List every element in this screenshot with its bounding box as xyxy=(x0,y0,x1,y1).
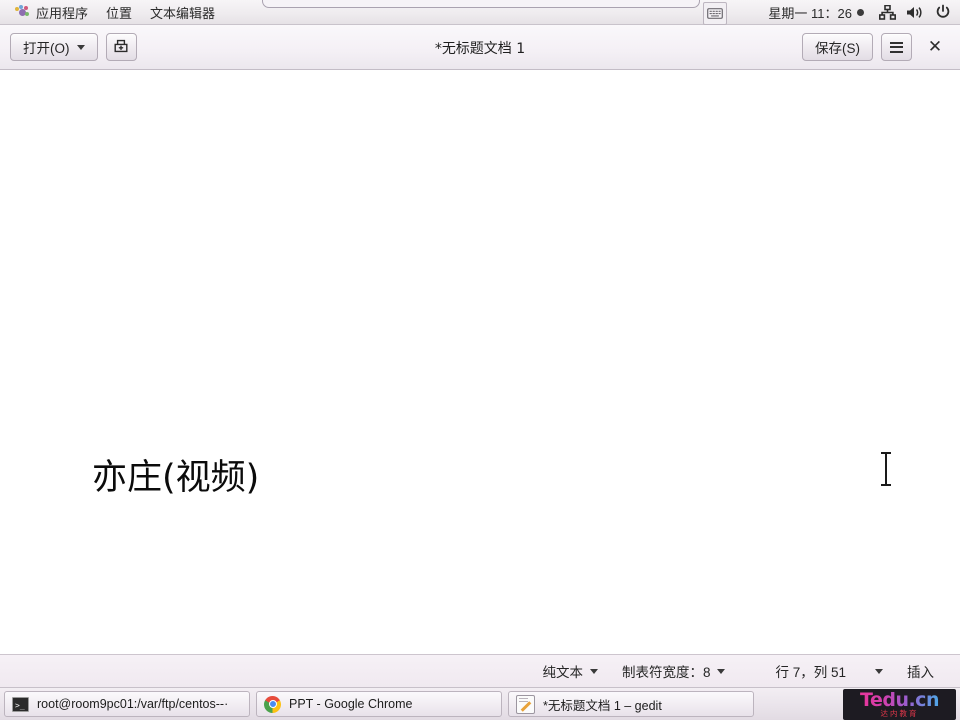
taskbar-item-chrome[interactable]: PPT - Google Chrome xyxy=(256,691,502,717)
gedit-headerbar: 打开(O) *无标题文档 1 保存(S) ✕ xyxy=(0,25,960,70)
hamburger-menu-icon xyxy=(890,41,903,53)
headerbar-left-controls: 打开(O) xyxy=(0,33,137,61)
taskbar-item-terminal[interactable]: >_ root@room9pc01:/var/ftp/centos--· xyxy=(4,691,250,717)
document-line-1: 亦庄(视频) xyxy=(92,458,260,498)
volume-icon[interactable] xyxy=(902,0,928,25)
headerbar-right-controls: 保存(S) ✕ xyxy=(802,32,960,62)
chrome-icon xyxy=(264,695,281,713)
chevron-down-icon xyxy=(717,668,726,674)
network-icon[interactable] xyxy=(874,0,900,25)
background-window-peek xyxy=(262,0,700,8)
save-button-label: 保存(S) xyxy=(815,41,860,56)
window-list-taskbar: >_ root@room9pc01:/var/ftp/centos--· PPT… xyxy=(0,687,960,720)
terminal-icon: >_ xyxy=(12,696,29,712)
tedu-watermark-logo: Tedu.cn 达内教育 xyxy=(843,688,956,720)
menu-applications-label: 应用程序 xyxy=(36,5,89,21)
status-tab-width-label: 制表符宽度：8 xyxy=(621,665,711,680)
close-icon: ✕ xyxy=(927,37,943,57)
status-bar: 纯文本 制表符宽度：8 行 7，列 51 插入 xyxy=(0,654,960,687)
status-cursor-position[interactable]: 行 7，列 51 xyxy=(763,661,895,681)
status-filetype-label: 纯文本 xyxy=(542,665,583,680)
menu-text-editor[interactable]: 文本编辑器 xyxy=(141,0,224,25)
tedu-logo-secondary: 达内教育 xyxy=(880,709,919,718)
status-insert-mode-label: 插入 xyxy=(907,665,934,680)
taskbar-item-terminal-label: root@room9pc01:/var/ftp/centos--· xyxy=(37,697,229,711)
recording-dot-icon xyxy=(857,8,864,16)
applications-foot-icon xyxy=(15,5,30,19)
window-title-label: *无标题文档 1 xyxy=(434,40,526,57)
gedit-icon xyxy=(516,694,535,714)
top-panel-menus: 应用程序 位置 文本编辑器 xyxy=(0,0,224,25)
status-tab-width[interactable]: 制表符宽度：8 xyxy=(610,661,738,681)
tedu-logo-primary: Tedu.cn xyxy=(860,689,939,711)
taskbar-item-gedit[interactable]: *无标题文档 1 – gedit xyxy=(508,691,754,717)
open-button[interactable]: 打开(O) xyxy=(10,33,98,61)
new-document-icon xyxy=(113,38,129,57)
hamburger-menu-button[interactable] xyxy=(881,33,912,61)
chevron-down-icon xyxy=(875,668,883,674)
text-cursor xyxy=(881,452,891,486)
taskbar-item-gedit-label: *无标题文档 1 – gedit xyxy=(543,698,662,713)
taskbar-item-chrome-label: PPT - Google Chrome xyxy=(289,697,413,711)
desktop-screen: 应用程序 位置 文本编辑器 星期一 11：26 打开(O) *无标题文档 1 保… xyxy=(0,0,960,720)
top-panel-tray: 星期一 11：26 xyxy=(760,0,960,25)
menu-text-editor-label: 文本编辑器 xyxy=(150,5,216,21)
chevron-down-icon xyxy=(76,44,85,50)
menu-applications[interactable]: 应用程序 xyxy=(6,0,97,25)
new-document-button[interactable] xyxy=(105,33,137,61)
status-cursor-position-label: 行 7，列 51 xyxy=(775,665,846,680)
menu-places-label: 位置 xyxy=(106,5,133,21)
power-icon[interactable] xyxy=(930,0,956,25)
keyboard-indicator-icon[interactable] xyxy=(703,2,727,25)
close-window-button[interactable]: ✕ xyxy=(920,32,950,62)
status-filetype[interactable]: 纯文本 xyxy=(530,661,610,681)
save-button[interactable]: 保存(S) xyxy=(802,33,873,61)
menu-places[interactable]: 位置 xyxy=(97,0,141,25)
document-content: 亦庄(视频) 天坛(联通) 上海(电信) xx(移动\鹏博士(宽带通,电信通,长… xyxy=(0,70,960,654)
status-insert-mode: 插入 xyxy=(895,661,946,681)
text-editor-area[interactable]: 亦庄(视频) 天坛(联通) 上海(电信) xx(移动\鹏博士(宽带通,电信通,长… xyxy=(0,70,960,654)
clock-label: 星期一 11：26 xyxy=(768,5,852,21)
open-button-label: 打开(O) xyxy=(23,41,70,56)
clock[interactable]: 星期一 11：26 xyxy=(760,3,872,22)
chevron-down-icon xyxy=(589,668,598,674)
